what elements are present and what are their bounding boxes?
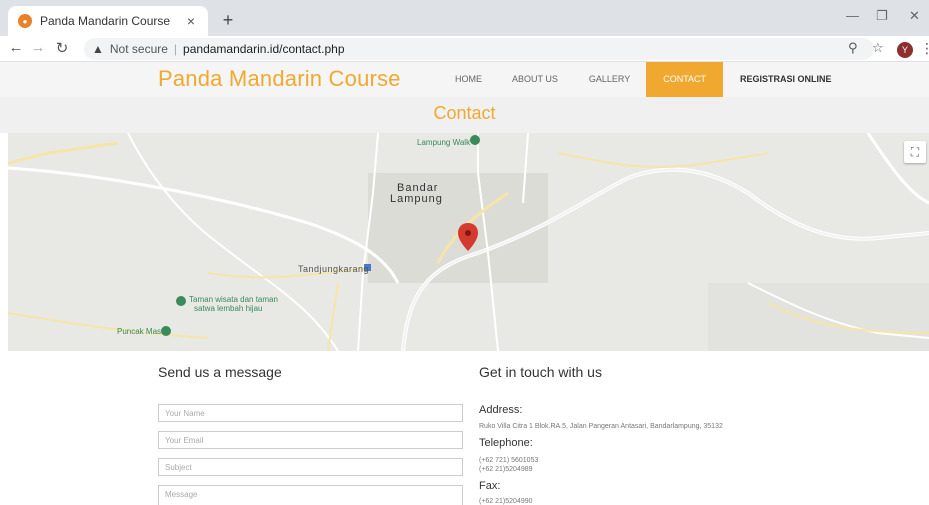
nav-gallery[interactable]: GALLERY xyxy=(573,62,646,97)
page-title-band: Contact xyxy=(0,97,929,133)
map-label-taman-line2[interactable]: satwa lembah hijau xyxy=(194,304,262,313)
browser-tabbar: ● Panda Mandarin Course × + — ❐ ✕ xyxy=(0,0,929,36)
subject-input[interactable] xyxy=(158,458,463,476)
forward-arrow-icon[interactable]: → xyxy=(28,39,48,56)
minimize-icon[interactable]: — xyxy=(846,8,859,23)
zoom-icon[interactable]: ⚲ xyxy=(848,40,858,56)
not-secure-label[interactable]: Not secure xyxy=(110,42,168,56)
close-window-icon[interactable]: ✕ xyxy=(909,8,920,24)
telephone-value-1: (+62 721) 5601053 xyxy=(479,457,539,464)
warning-triangle-icon[interactable]: ▲ xyxy=(92,42,104,56)
address-bar-row: ← → ↻ ▲ Not secure | pandamandarin.id/co… xyxy=(0,36,929,62)
nav-about-us[interactable]: ABOUT US xyxy=(497,62,573,97)
omnibox[interactable]: ▲ Not secure | pandamandarin.id/contact.… xyxy=(84,38,874,60)
reload-icon[interactable]: ↻ xyxy=(52,39,72,57)
url-text[interactable]: pandamandarin.id/contact.php xyxy=(183,42,344,56)
back-arrow-icon[interactable]: ← xyxy=(6,39,26,56)
telephone-value-2: (+62 21)5204989 xyxy=(479,466,533,473)
site-brand[interactable]: Panda Mandarin Course xyxy=(158,66,401,92)
profile-avatar[interactable]: Y xyxy=(897,42,913,58)
email-input[interactable] xyxy=(158,431,463,449)
address-value: Ruko Villa Citra 1 Blok.RA.5, Jalan Pang… xyxy=(479,423,723,430)
menu-kebab-icon[interactable]: ⋮ xyxy=(920,40,929,57)
message-textarea[interactable] xyxy=(158,485,463,505)
telephone-label: Telephone: xyxy=(479,437,533,449)
contact-heading: Get in touch with us xyxy=(479,364,602,380)
bookmark-star-icon[interactable]: ☆ xyxy=(872,40,884,56)
panda-favicon-icon: ● xyxy=(18,14,32,28)
map-label-puncak-mas[interactable]: Puncak Mas xyxy=(117,327,161,336)
site-header: Panda Mandarin Course HOME ABOUT US GALL… xyxy=(0,62,929,97)
google-map[interactable]: Lampung Walk Bandar Lampung Tandjungkara… xyxy=(8,133,929,351)
map-label-lampung: Lampung xyxy=(390,193,443,205)
nav-home[interactable]: HOME xyxy=(440,62,497,97)
nav-contact[interactable]: CONTACT xyxy=(646,62,724,97)
new-tab-button[interactable]: + xyxy=(216,8,240,32)
map-fullscreen-icon[interactable]: ⛶ xyxy=(904,141,926,163)
address-label: Address: xyxy=(479,404,523,416)
map-roads xyxy=(8,133,929,351)
tab-title: Panda Mandarin Course xyxy=(40,14,171,28)
main-navigation: HOME ABOUT US GALLERY CONTACT REGISTRASI… xyxy=(440,62,849,97)
fax-value: (+62 21)5204990 xyxy=(479,498,533,505)
map-label-lampung-walk[interactable]: Lampung Walk xyxy=(417,138,470,147)
omnibox-separator: | xyxy=(173,42,178,56)
fax-label: Fax: xyxy=(479,480,501,492)
name-input[interactable] xyxy=(158,404,463,422)
browser-tab[interactable]: ● Panda Mandarin Course × xyxy=(8,6,208,36)
nav-registrasi-online[interactable]: REGISTRASI ONLINE xyxy=(723,62,849,97)
tab-close-icon[interactable]: × xyxy=(184,13,198,29)
map-label-taman-line1[interactable]: Taman wisata dan taman xyxy=(189,295,278,304)
map-label-tandjungkarang: Tandjungkarang xyxy=(298,264,370,274)
page-title: Contact xyxy=(433,103,496,123)
maximize-icon[interactable]: ❐ xyxy=(876,8,888,24)
form-heading: Send us a message xyxy=(158,364,282,380)
